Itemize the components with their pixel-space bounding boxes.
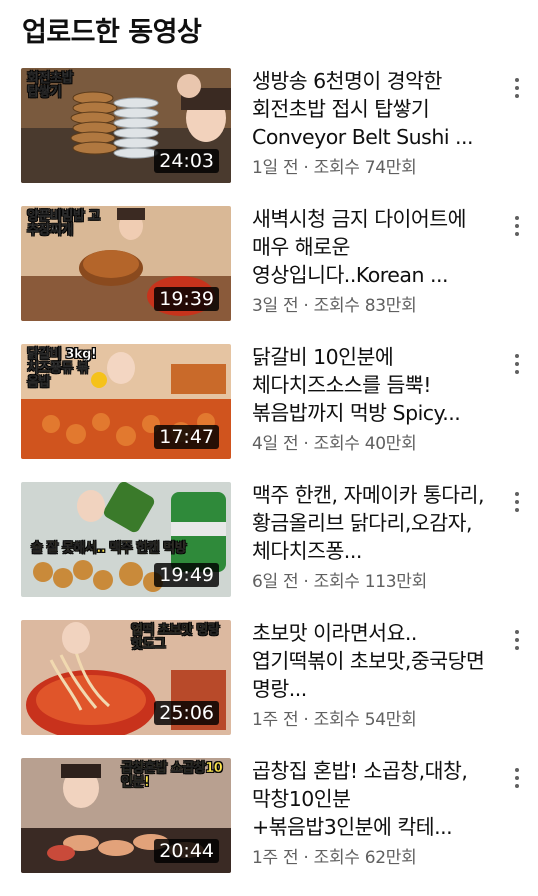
more-options-icon[interactable] xyxy=(514,768,520,790)
video-title[interactable]: 생방송 6천명이 경악한 회전초밥 접시 탑쌓기 Conveyor Belt S… xyxy=(252,67,492,151)
video-title[interactable]: 초보맛 이라면서요..엽기떡볶이 초보맛,중국당면 명랑... xyxy=(252,619,492,703)
video-thumbnail[interactable]: 닭갈비 3kg! 치즈퐁듀 볶음밥 17:47 xyxy=(21,344,231,459)
video-info[interactable]: 곱창집 혼밥! 소곱창,대창,막창10인분 +볶음밥3인분에 칵테... 1주 … xyxy=(252,757,492,868)
video-meta: 4일 전 · 조회수 40만회 xyxy=(252,434,417,454)
video-item[interactable]: 닭갈비 3kg! 치즈퐁듀 볶음밥 17:47 닭갈비 10인분에 체다치즈소스… xyxy=(0,344,538,482)
video-meta: 6일 전 · 조회수 113만회 xyxy=(252,572,427,592)
video-duration: 19:39 xyxy=(154,287,219,311)
thumbnail-caption: 닭갈비 3kg! 치즈퐁듀 볶음밥 xyxy=(27,347,97,390)
video-meta: 1주 전 · 조회수 54만회 xyxy=(252,710,417,730)
video-thumbnail[interactable]: 양푼비빔밥 고추장찌개 19:39 xyxy=(21,206,231,321)
more-options-icon[interactable] xyxy=(514,630,520,652)
video-duration: 19:49 xyxy=(154,563,219,587)
more-options-icon[interactable] xyxy=(514,78,520,100)
video-thumbnail[interactable]: 엽떡 초보맛 명랑핫도그 25:06 xyxy=(21,620,231,735)
video-info[interactable]: 생방송 6천명이 경악한 회전초밥 접시 탑쌓기 Conveyor Belt S… xyxy=(252,67,492,178)
video-duration: 25:06 xyxy=(154,701,219,725)
thumbnail-caption: 곱창혼밥 소곱창10인분! xyxy=(121,761,223,790)
video-item[interactable]: 양푼비빔밥 고추장찌개 19:39 새벽시청 금지 다이어트에 매우 해로운 영… xyxy=(0,206,538,344)
video-meta: 3일 전 · 조회수 83만회 xyxy=(252,296,417,316)
video-info[interactable]: 맥주 한캔, 자메이카 통다리,황금올리브 닭다리,오감자,체다치즈퐁... 6… xyxy=(252,481,492,592)
video-thumbnail[interactable]: 술 잘 못해서.. 맥주 한캔 먹방 19:49 xyxy=(21,482,231,597)
thumbnail-caption: 술 잘 못해서.. 맥주 한캔 먹방 xyxy=(31,541,187,556)
video-item[interactable]: 엽떡 초보맛 명랑핫도그 25:06 초보맛 이라면서요..엽기떡볶이 초보맛,… xyxy=(0,620,538,758)
video-title[interactable]: 곱창집 혼밥! 소곱창,대창,막창10인분 +볶음밥3인분에 칵테... xyxy=(252,757,492,841)
more-options-icon[interactable] xyxy=(514,216,520,238)
video-duration: 20:44 xyxy=(154,839,219,863)
section-title: 업로드한 동영상 xyxy=(22,17,202,48)
video-title[interactable]: 닭갈비 10인분에 체다치즈소스를 듬뿍! 볶음밥까지 먹방 Spicy... xyxy=(252,343,492,427)
video-duration: 17:47 xyxy=(154,425,219,449)
video-duration: 24:03 xyxy=(154,149,219,173)
thumbnail-caption: 엽떡 초보맛 명랑핫도그 xyxy=(131,623,220,652)
video-item[interactable]: 곱창혼밥 소곱창10인분! 20:44 곱창집 혼밥! 소곱창,대창,막창10인… xyxy=(0,758,538,896)
video-info[interactable]: 초보맛 이라면서요..엽기떡볶이 초보맛,중국당면 명랑... 1주 전 · 조… xyxy=(252,619,492,730)
video-thumbnail[interactable]: 회전초밥 탑쌓기 24:03 xyxy=(21,68,231,183)
video-title[interactable]: 새벽시청 금지 다이어트에 매우 해로운 영상입니다..Korean ... xyxy=(252,205,492,289)
video-title[interactable]: 맥주 한캔, 자메이카 통다리,황금올리브 닭다리,오감자,체다치즈퐁... xyxy=(252,481,492,565)
more-options-icon[interactable] xyxy=(514,492,520,514)
thumbnail-caption: 회전초밥 탑쌓기 xyxy=(27,71,74,100)
video-meta: 1일 전 · 조회수 74만회 xyxy=(252,158,417,178)
video-item[interactable]: 술 잘 못해서.. 맥주 한캔 먹방 19:49 맥주 한캔, 자메이카 통다리… xyxy=(0,482,538,620)
video-meta: 1주 전 · 조회수 62만회 xyxy=(252,848,417,868)
video-list: 회전초밥 탑쌓기 24:03 생방송 6천명이 경악한 회전초밥 접시 탑쌓기 … xyxy=(0,68,538,896)
video-thumbnail[interactable]: 곱창혼밥 소곱창10인분! 20:44 xyxy=(21,758,231,873)
video-item[interactable]: 회전초밥 탑쌓기 24:03 생방송 6천명이 경악한 회전초밥 접시 탑쌓기 … xyxy=(0,68,538,206)
video-info[interactable]: 새벽시청 금지 다이어트에 매우 해로운 영상입니다..Korean ... 3… xyxy=(252,205,492,316)
video-info[interactable]: 닭갈비 10인분에 체다치즈소스를 듬뿍! 볶음밥까지 먹방 Spicy... … xyxy=(252,343,492,454)
thumbnail-caption: 양푼비빔밥 고추장찌개 xyxy=(27,209,101,238)
more-options-icon[interactable] xyxy=(514,354,520,376)
